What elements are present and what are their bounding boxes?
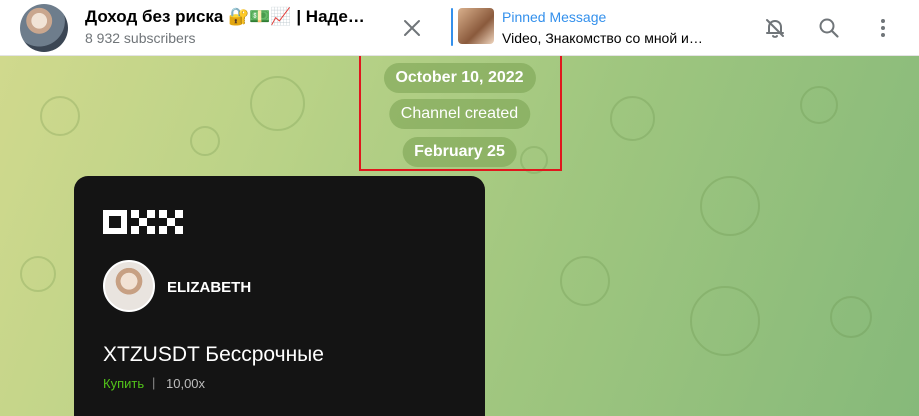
bell-off-icon [766,19,784,38]
pinned-thumbnail [458,8,494,44]
close-icon [404,20,420,36]
channel-avatar[interactable] [20,4,68,52]
close-pinned-button[interactable] [396,12,428,44]
doodle-pattern [20,256,56,292]
channel-title[interactable]: Доход без риска 🔐💵📈 | Наде… [85,7,365,27]
doodle-pattern [800,86,838,124]
chat-header: Доход без риска 🔐💵📈 | Наде… 8 932 subscr… [0,0,919,56]
leverage: 10,00x [166,376,206,391]
doodle-pattern [560,256,610,306]
message-image-card[interactable]: ELIZABETH XTZUSDT Бессрочные Купить | 10… [74,176,485,416]
trading-pair: XTZUSDT Бессрочные [103,343,324,366]
trade-side: Купить [103,376,145,391]
doodle-pattern [830,296,872,338]
pinned-text: Video, Знакомство со мной и… [502,30,703,46]
more-vertical-icon [881,19,885,37]
date-separator: October 10, 2022 [383,63,536,93]
search-icon [819,18,839,38]
doodle-pattern [690,286,760,356]
trader-avatar [103,260,155,312]
pinned-message[interactable]: Pinned Message Video, Знакомство со мной… [451,6,736,48]
doodle-pattern [520,146,548,174]
search-button[interactable] [811,10,847,46]
subscriber-count: 8 932 subscribers [85,30,196,46]
channel-created-message: Channel created [388,99,531,129]
date-separator: February 25 [402,137,517,167]
doodle-pattern [190,126,220,156]
okx-logo-block [159,210,183,234]
pinned-indicator [451,8,453,46]
okx-logo-block [131,210,155,234]
separator: | [152,375,156,390]
mute-button[interactable] [757,10,793,46]
doodle-pattern [40,96,80,136]
okx-logo-block [103,210,127,234]
more-button[interactable] [865,10,901,46]
doodle-pattern [700,176,760,236]
trader-name: ELIZABETH [167,279,252,296]
pinned-label: Pinned Message [502,9,607,25]
doodle-pattern [250,76,305,131]
okx-logo [103,210,183,234]
doodle-pattern [610,96,655,141]
